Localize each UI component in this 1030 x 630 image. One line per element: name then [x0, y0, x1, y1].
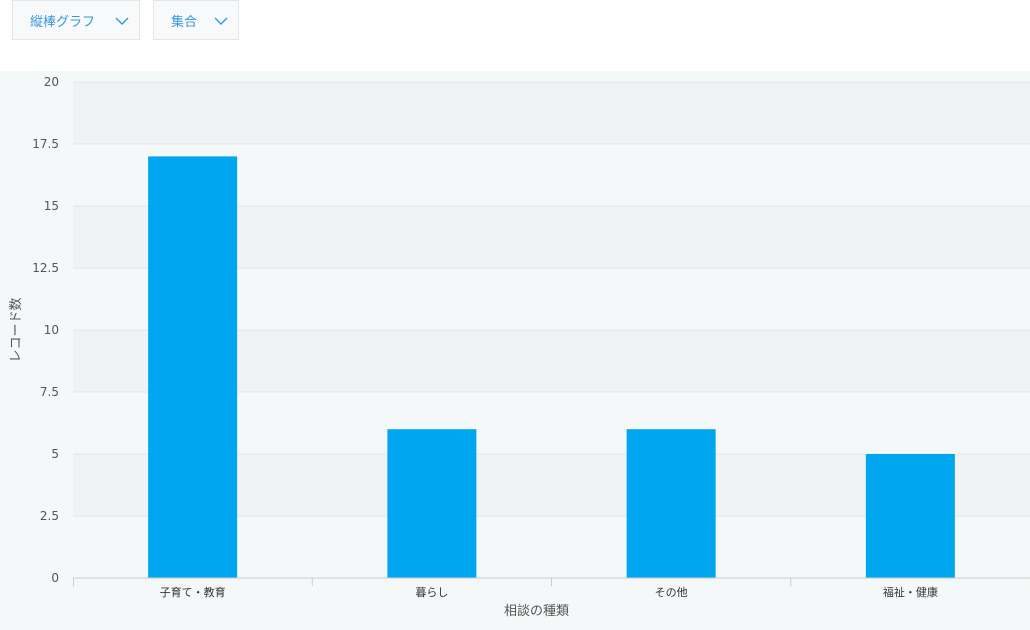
grid-band	[73, 82, 1030, 144]
y-tick-label: 12.5	[32, 261, 59, 275]
aggregation-dropdown[interactable]: 集合	[153, 0, 239, 40]
chevron-down-icon	[115, 17, 129, 25]
y-tick-label: 2.5	[40, 509, 59, 523]
chart-area: 0 2.5 5 7.5 10 12.5 15 17.5 20 子育て・教育 暮らし その他 福祉・健康…	[0, 71, 1030, 630]
x-tick-label: 子育て・教育	[160, 585, 226, 599]
bar	[865, 454, 955, 578]
y-tick-label: 15	[44, 199, 59, 213]
bar	[626, 429, 716, 578]
y-axis-title: レコード数	[9, 297, 24, 362]
y-tick-label: 0	[51, 571, 59, 585]
x-axis-title: 相談の種類	[504, 603, 569, 619]
x-axis-ticks: 子育て・教育 暮らし その他 福祉・健康	[160, 585, 938, 599]
chart-type-dropdown[interactable]: 縦棒グラフ	[12, 0, 140, 40]
chart-type-label: 縦棒グラフ	[30, 14, 96, 30]
y-tick-label: 10	[44, 323, 59, 337]
y-tick-label: 20	[44, 75, 59, 89]
y-axis-ticks: 0 2.5 5 7.5 10 12.5 15 17.5 20	[32, 75, 59, 585]
aggregation-label: 集合	[171, 14, 198, 30]
bar	[148, 156, 238, 578]
y-tick-label: 17.5	[32, 137, 59, 151]
x-axis	[73, 577, 1030, 586]
x-tick-label: その他	[655, 586, 688, 599]
bar-chart: 0 2.5 5 7.5 10 12.5 15 17.5 20 子育て・教育 暮らし その他 福祉・健康…	[9, 75, 1030, 619]
chevron-down-icon	[214, 17, 228, 25]
x-tick-label: 暮らし	[415, 585, 448, 599]
chart-toolbar: 縦棒グラフ 集合	[0, 0, 1030, 70]
x-tick-label: 福祉・健康	[883, 585, 938, 599]
bar	[387, 429, 477, 578]
y-tick-label: 5	[51, 447, 59, 461]
y-tick-label: 7.5	[40, 385, 59, 399]
